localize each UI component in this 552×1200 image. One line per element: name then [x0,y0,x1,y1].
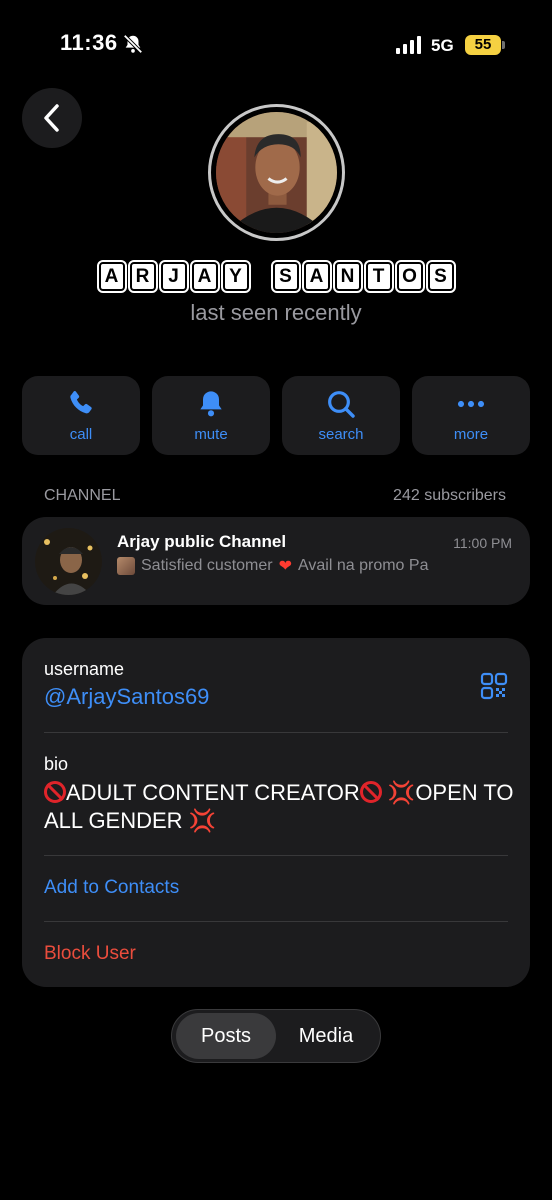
battery-tip [502,41,505,49]
name-letter: T [363,260,394,293]
search-button[interactable]: search [282,376,400,455]
signal-icon [396,36,421,54]
status-bar: 11:36 5G 55 [0,0,552,90]
name-letter: A [189,260,220,293]
channel-section-label: CHANNEL [44,487,121,504]
bio-label: bio [44,754,69,774]
bio-text: ADULT CONTENT CREATOR 💢OPEN TO ALL GENDE… [44,779,514,835]
qr-code-icon[interactable] [480,672,508,700]
divider [44,921,508,922]
more-icon [457,400,485,408]
block-user-button[interactable]: Block User [44,943,136,965]
network-type: 5G [431,36,454,55]
avatar [216,112,337,233]
anger-icon: 💢 [188,808,217,833]
bell-icon [200,391,222,417]
username-value[interactable]: @ArjaySantos69 [44,684,209,710]
back-button[interactable] [22,88,82,148]
divider [44,855,508,856]
name-letter: O [394,260,425,293]
profile-name: ARJAYSANTOS [0,260,552,293]
more-label: more [453,426,489,443]
channel-time: 11:00 PM [453,535,512,551]
tab-media[interactable]: Media [276,1013,376,1059]
action-buttons: call mute search more [22,376,530,455]
bio-part1: ADULT CONTENT CREATOR [66,780,360,805]
profile-avatar-ring[interactable] [208,104,345,241]
bell-off-icon [123,34,143,54]
channel-subscribers: 242 subscribers [393,487,506,504]
chevron-left-icon [44,104,59,132]
channel-avatar-photo [35,528,102,595]
preview-text-a: Satisfied customer [141,557,273,574]
name-space [254,262,268,291]
avatar-photo [216,112,337,233]
name-letter: A [96,260,127,293]
battery-indicator: 55 [465,35,501,55]
name-letter: A [301,260,332,293]
search-icon [328,391,355,418]
search-label: search [318,426,364,443]
prohibited-icon [44,781,66,803]
channel-preview: Satisfied customer ❤ Avail na promo Pa [117,556,517,576]
name-letter: R [127,260,158,293]
last-seen-status: last seen recently [190,300,362,325]
channel-name: Arjay public Channel [117,532,287,551]
prohibited-icon [359,781,382,803]
name-letter: J [158,260,189,293]
mute-label: mute [194,426,228,443]
divider [44,732,508,733]
preview-thumbnail [117,557,135,575]
channel-avatar [35,528,102,595]
call-button[interactable]: call [22,376,140,455]
name-letter: S [425,260,456,293]
username-label: username [44,659,125,679]
name-letter: Y [220,260,251,293]
name-letter: N [332,260,363,293]
add-to-contacts-button[interactable]: Add to Contacts [44,877,179,899]
more-button[interactable]: more [412,376,530,455]
phone-icon [70,391,92,414]
content-tabs: Posts Media [171,1009,381,1063]
anger-icon: 💢 [387,780,416,805]
tab-posts[interactable]: Posts [176,1013,276,1059]
heart-icon: ❤ [278,558,293,575]
mute-button[interactable]: mute [152,376,270,455]
name-letter: S [270,260,301,293]
channel-header: CHANNEL 242 subscribers [44,487,506,505]
preview-text-b: Avail na promo Pa [298,557,429,574]
call-label: call [69,426,93,443]
channel-card[interactable]: Arjay public Channel 11:00 PM Satisfied … [22,517,530,605]
status-time: 11:36 [60,30,118,55]
info-card: username @ArjaySantos69 bio ADULT CONTEN… [22,638,530,987]
